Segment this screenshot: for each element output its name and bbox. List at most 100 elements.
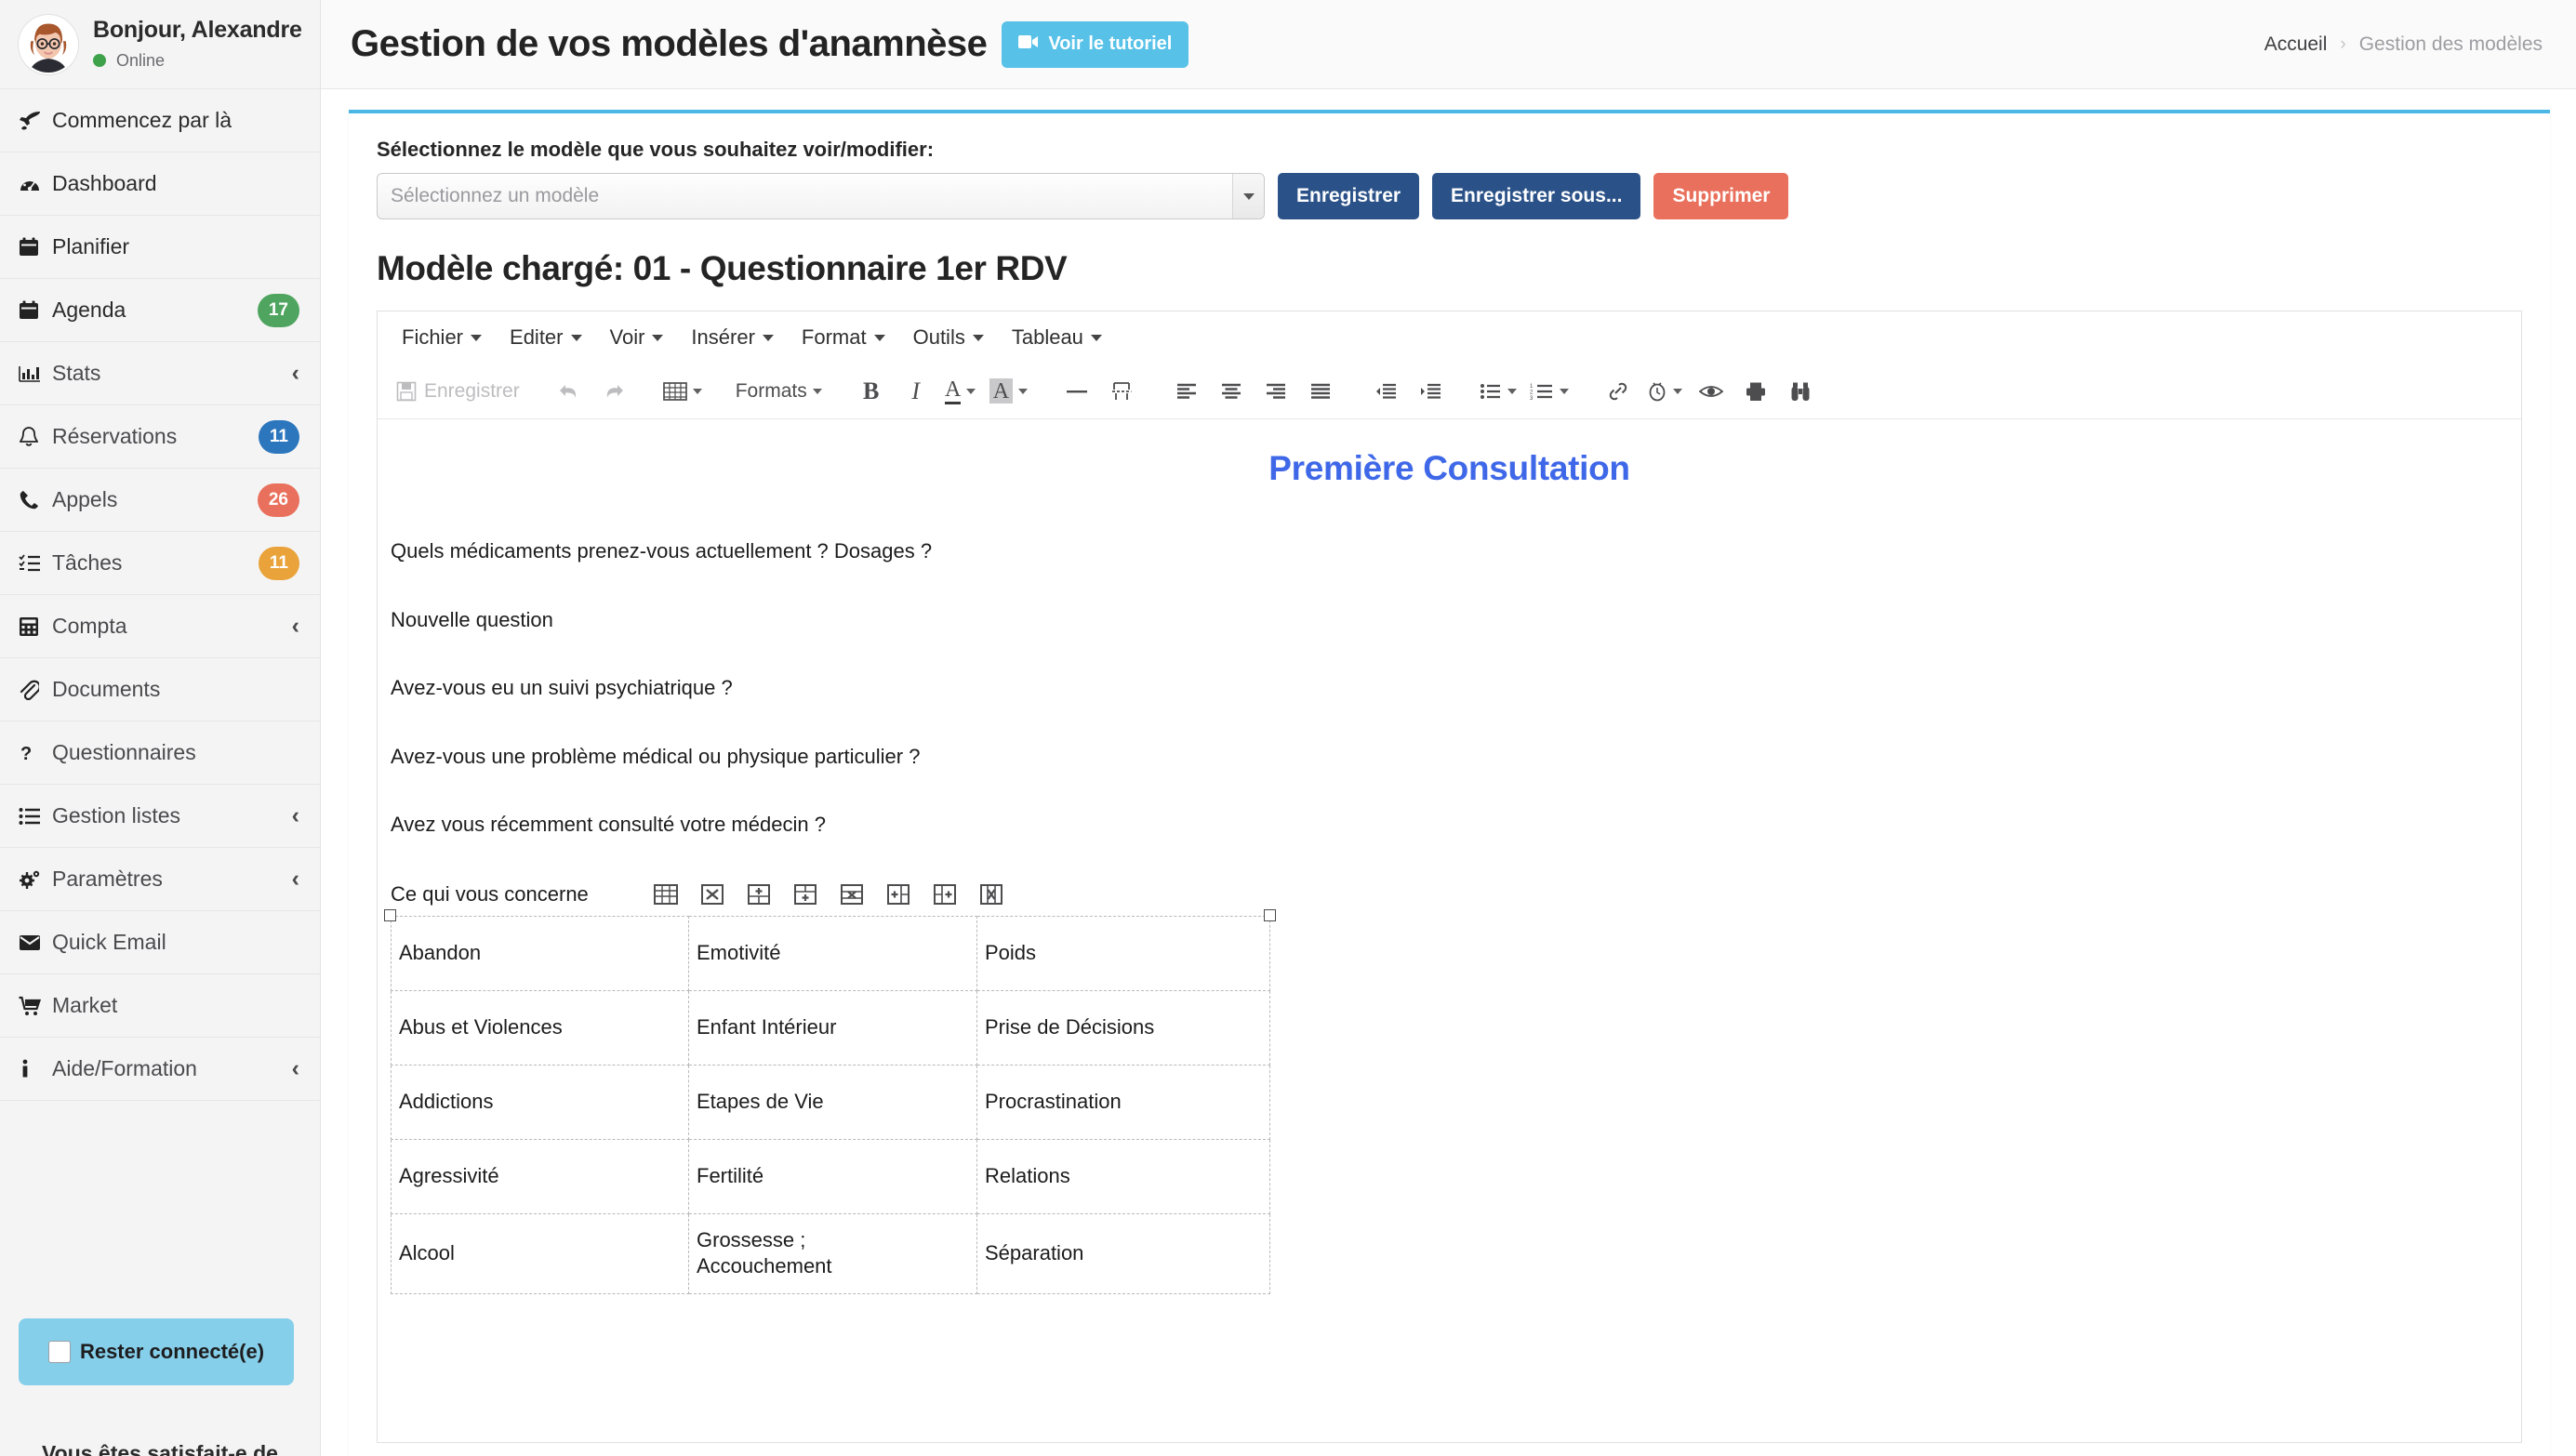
align-center-button[interactable] <box>1210 370 1253 413</box>
sidebar-item-compta[interactable]: Compta ‹ <box>0 595 320 658</box>
editor-menu-fichier[interactable]: Fichier <box>391 322 493 353</box>
page-break-button[interactable] <box>1100 370 1143 413</box>
editor-menu-editer[interactable]: Editer <box>498 322 592 353</box>
insert-column-before-icon[interactable] <box>884 880 912 908</box>
sidebar-item-label: Market <box>52 993 118 1017</box>
search-replace-button[interactable] <box>1779 370 1822 413</box>
table-cell[interactable]: Enfant Intérieur <box>688 989 977 1066</box>
chevron-left-icon[interactable]: ‹ <box>292 804 299 827</box>
sidebar-item-questionnaires[interactable]: ? Questionnaires <box>0 721 320 785</box>
table-cell[interactable]: Grossesse ; Accouchement <box>688 1212 977 1294</box>
formats-dropdown[interactable]: Formats <box>730 370 828 413</box>
sidebar-item-param-tres[interactable]: Paramètres ‹ <box>0 848 320 911</box>
table-cell[interactable]: Addictions <box>391 1064 689 1140</box>
table-row[interactable]: Abus et Violences Enfant Intérieur Prise d… <box>391 989 1270 1066</box>
delete-table-icon[interactable] <box>698 880 726 908</box>
insert-table-button[interactable] <box>657 370 708 413</box>
sidebar-item-right: 11 <box>258 419 299 454</box>
delete-row-icon[interactable] <box>838 880 866 908</box>
delete-column-icon[interactable] <box>977 880 1005 908</box>
model-controls-row: Sélectionnez un modèle Enregistrer Enreg… <box>377 173 2522 219</box>
view-tutorial-button[interactable]: Voir le tutoriel <box>1002 20 1189 68</box>
sidebar-item-aide-formation[interactable]: Aide/Formation ‹ <box>0 1038 320 1101</box>
editor-menu-voir[interactable]: Voir <box>599 322 675 353</box>
align-justify-button[interactable] <box>1299 370 1342 413</box>
table-row[interactable]: Agressivité Fertilité Relations <box>391 1138 1270 1214</box>
preview-button[interactable] <box>1690 370 1733 413</box>
save-button[interactable]: Enregistrer <box>1278 173 1420 219</box>
sidebar-item-commencez-par-l[interactable]: Commencez par là <box>0 89 320 152</box>
editor-menu-format[interactable]: Format <box>790 322 896 353</box>
sidebar-item-agenda[interactable]: Agenda 17 <box>0 279 320 342</box>
table-properties-icon[interactable] <box>652 880 680 908</box>
italic-button[interactable]: I <box>895 370 937 413</box>
chevron-left-icon[interactable]: ‹ <box>292 615 299 638</box>
editor-menu-outils[interactable]: Outils <box>902 322 995 353</box>
insert-row-after-icon[interactable] <box>791 880 819 908</box>
table-cell[interactable]: Procrastination <box>976 1064 1270 1140</box>
sidebar-item-dashboard[interactable]: Dashboard <box>0 152 320 216</box>
table-cell[interactable]: Agressivité <box>391 1138 689 1214</box>
undo-button[interactable] <box>548 370 591 413</box>
sidebar-item-market[interactable]: Market <box>0 974 320 1038</box>
user-panel[interactable]: Bonjour, Alexandre Online <box>0 0 320 89</box>
document-paragraph: Avez-vous eu un suivi psychiatrique ? <box>391 676 733 699</box>
table-cell[interactable]: Etapes de Vie <box>688 1064 977 1140</box>
sidebar-item-gestion-listes[interactable]: Gestion listes ‹ <box>0 785 320 848</box>
redo-button[interactable] <box>592 370 635 413</box>
table-cell[interactable]: Emotivité <box>688 915 977 991</box>
table-cell[interactable]: Poids <box>976 915 1270 991</box>
editor-menu-insrer[interactable]: Insérer <box>680 322 784 353</box>
editor-content-area[interactable]: Première Consultation Quels médicaments … <box>378 419 2521 1442</box>
table-cell[interactable]: Séparation <box>976 1212 1270 1294</box>
sidebar-item-documents[interactable]: Documents <box>0 658 320 721</box>
breadcrumb-home[interactable]: Accueil <box>2264 33 2328 56</box>
insert-datetime-button[interactable] <box>1641 370 1688 413</box>
indent-button[interactable] <box>1409 370 1452 413</box>
delete-button[interactable]: Supprimer <box>1653 173 1789 219</box>
bullet-list-button[interactable] <box>1474 370 1522 413</box>
chevron-left-icon[interactable]: ‹ <box>292 867 299 891</box>
table-resize-handle-topleft[interactable] <box>384 908 396 921</box>
sidebar-item-planifier[interactable]: Planifier <box>0 216 320 279</box>
bold-button[interactable]: B <box>850 370 893 413</box>
sidebar-item-appels[interactable]: Appels 26 <box>0 469 320 532</box>
sidebar-item-stats[interactable]: Stats ‹ <box>0 342 320 405</box>
table-cell[interactable]: Abandon <box>391 915 689 991</box>
insert-row-before-icon[interactable] <box>745 880 773 908</box>
info-icon <box>19 1059 46 1079</box>
table-row[interactable]: Addictions Etapes de Vie Procrastination <box>391 1064 1270 1140</box>
link-icon <box>1607 381 1629 402</box>
table-cell[interactable]: Prise de Décisions <box>976 989 1270 1066</box>
stay-logged-checkbox[interactable] <box>47 1341 71 1363</box>
outdent-button[interactable] <box>1364 370 1407 413</box>
align-left-button[interactable] <box>1165 370 1208 413</box>
horizontal-rule-button[interactable] <box>1056 370 1098 413</box>
sidebar-item-t-ches[interactable]: Tâches 11 <box>0 532 320 595</box>
table-resize-handle-topright[interactable] <box>1264 908 1276 921</box>
model-select[interactable]: Sélectionnez un modèle <box>377 173 1265 219</box>
insert-column-after-icon[interactable] <box>931 880 959 908</box>
save-as-button[interactable]: Enregistrer sous... <box>1432 173 1641 219</box>
table-cell[interactable]: Alcool <box>391 1212 689 1294</box>
stay-logged-button[interactable]: Rester connecté(e) <box>19 1318 294 1385</box>
editor-save-button[interactable]: Enregistrer <box>391 370 525 413</box>
chevron-left-icon[interactable]: ‹ <box>292 362 299 385</box>
text-color-button[interactable]: A <box>939 370 982 413</box>
chevron-down-icon[interactable] <box>1232 174 1264 218</box>
numbered-list-button[interactable]: 123 <box>1524 370 1574 413</box>
print-button[interactable] <box>1734 370 1777 413</box>
background-color-button[interactable]: A <box>984 370 1033 413</box>
sidebar-item-quick-email[interactable]: Quick Email <box>0 911 320 974</box>
chevron-left-icon[interactable]: ‹ <box>292 1057 299 1080</box>
align-right-button[interactable] <box>1255 370 1297 413</box>
table-cell[interactable]: Relations <box>976 1138 1270 1214</box>
insert-link-button[interactable] <box>1597 370 1640 413</box>
table-cell[interactable]: Abus et Violences <box>391 989 689 1066</box>
table-row[interactable]: Abandon Emotivité Poids <box>391 915 1270 991</box>
document-table[interactable]: Abandon Emotivité Poids Abus et Violences En… <box>391 915 1270 1294</box>
editor-menu-tableau[interactable]: Tableau <box>1001 322 1113 353</box>
table-row[interactable]: Alcool Grossesse ; Accouchement Séparation <box>391 1212 1270 1294</box>
sidebar-item-r-servations[interactable]: Réservations 11 <box>0 405 320 469</box>
table-cell[interactable]: Fertilité <box>688 1138 977 1214</box>
